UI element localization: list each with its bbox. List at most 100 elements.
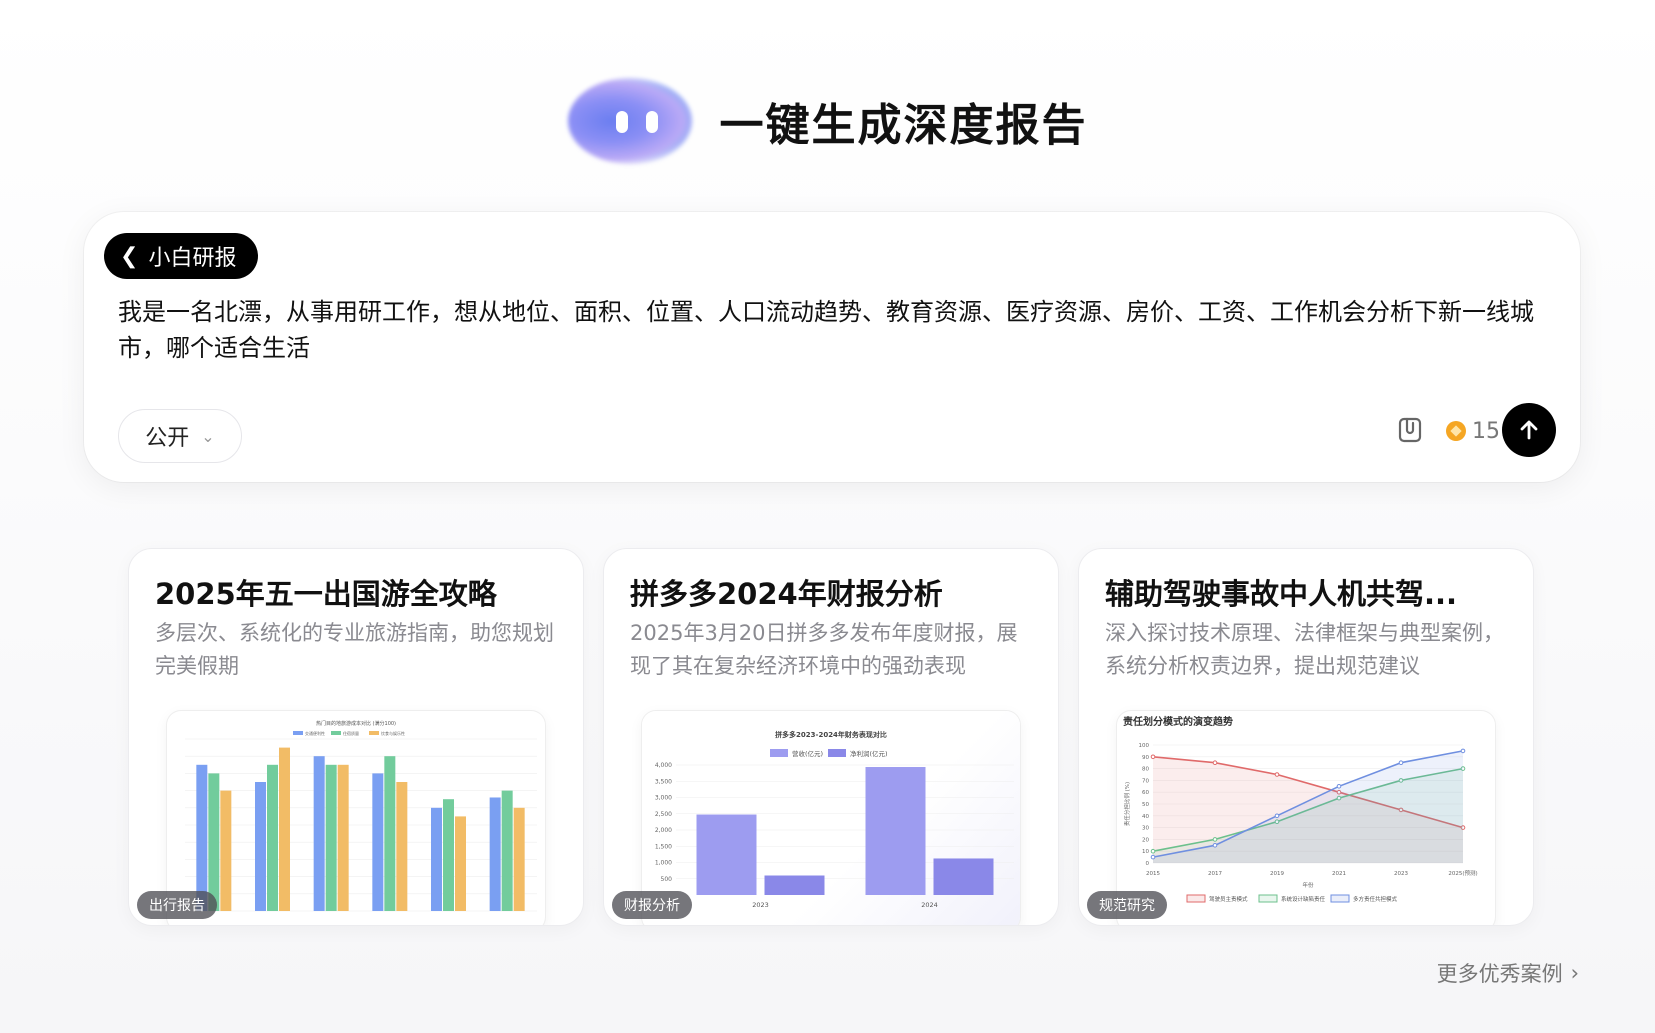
bar — [267, 764, 278, 911]
bar — [443, 799, 454, 911]
prompt-box: ❮ 小白研报 我是一名北漂，从事用研工作，想从地位、面积、位置、人口流动趋势、教… — [84, 212, 1580, 482]
example-card-finance[interactable]: 拼多多2024年财报分析 2025年3月20日拼多多发布年度财报，展现了其在复杂… — [603, 548, 1059, 926]
more-cases-label: 更多优秀案例 — [1436, 962, 1563, 986]
y-tick-label: 3,000 — [655, 795, 672, 802]
x-tick-label: 2024 — [921, 901, 938, 909]
x-tick-label: 2015 — [1146, 871, 1160, 877]
legend-label: 饮食与娱乐性 — [381, 730, 405, 736]
arrow-up-icon — [1520, 420, 1538, 440]
bar — [196, 764, 208, 911]
legend-swatch — [828, 749, 846, 757]
legend-label: 交通便利性 — [305, 730, 325, 736]
bar — [337, 764, 349, 911]
data-point — [1274, 813, 1280, 819]
y-tick-label: 1,000 — [655, 860, 672, 867]
example-card-autodrive[interactable]: 辅助驾驶事故中人机共驾... 深入探讨技术原理、法律框架与典型案例，系统分析权责… — [1078, 548, 1534, 926]
legend-swatch — [1186, 894, 1206, 903]
bar — [513, 807, 525, 911]
y-tick-label: 70 — [1142, 778, 1149, 784]
card-preview-chart: 拼多多2023-2024年财务表现对比 营收(亿元) 净利润(亿元) 4,000 3… — [642, 711, 1020, 925]
send-button[interactable] — [1502, 403, 1556, 457]
mascot-logo — [567, 78, 692, 164]
bar — [313, 756, 325, 911]
legend-swatch — [293, 731, 303, 735]
coin-icon — [1446, 421, 1466, 441]
card-title: 2025年五一出国游全攻略 — [155, 577, 497, 611]
card-title: 辅助驾驶事故中人机共驾... — [1105, 577, 1458, 611]
x-tick-label: 2023 — [1394, 871, 1408, 877]
mode-chip[interactable]: ❮ 小白研报 — [104, 233, 259, 279]
more-cases-link[interactable]: 更多优秀案例 › — [1437, 958, 1579, 988]
bar — [431, 807, 442, 911]
data-point — [1398, 760, 1404, 766]
y-axis-label: 责任分担比例 (%) — [1123, 782, 1131, 826]
bar — [279, 747, 290, 911]
y-tick-label: 40 — [1142, 814, 1149, 820]
y-tick-label: 2,000 — [655, 827, 672, 834]
bar — [208, 773, 220, 911]
y-tick-label: 2,500 — [655, 811, 672, 818]
bar — [489, 797, 501, 911]
chart-title: 热门目的地旅游成本对比 (满分100) — [316, 720, 396, 727]
example-card-travel[interactable]: 2025年五一出国游全攻略 多层次、系统化的专业旅游指南，助您规划完美假期 热门… — [128, 548, 584, 926]
data-point — [1150, 854, 1156, 860]
legend-swatch — [369, 731, 379, 735]
y-tick-label: 4,000 — [655, 762, 672, 769]
data-point — [1212, 837, 1218, 842]
data-point — [1336, 784, 1342, 789]
bar — [255, 782, 266, 911]
bar — [325, 764, 337, 911]
data-point — [1274, 772, 1280, 777]
credits-count: 15 — [1472, 418, 1500, 444]
legend-swatch — [1330, 894, 1350, 903]
legend-label: 系统设计缺陷责任 — [1281, 895, 1326, 903]
legend-label: 净利润(亿元) — [850, 749, 888, 758]
x-tick-label: 2019 — [1270, 871, 1284, 877]
bar — [396, 782, 408, 911]
visibility-label: 公开 — [145, 426, 190, 451]
bar — [865, 767, 926, 895]
bar — [220, 790, 232, 911]
y-tick-label: 3,500 — [655, 778, 672, 785]
category-tag: 出行报告 — [137, 891, 217, 919]
card-title: 拼多多2024年财报分析 — [630, 577, 943, 611]
chevron-down-icon: ⌄ — [201, 426, 215, 446]
card-desc: 深入探讨技术原理、法律框架与典型案例，系统分析权责边界，提出规范建议 — [1105, 621, 1504, 678]
y-tick-label: 30 — [1142, 826, 1149, 832]
legend-label: 多方责任共担模式 — [1353, 895, 1398, 903]
chevron-right-icon: › — [1570, 961, 1579, 985]
x-tick-label: 2023 — [752, 901, 769, 909]
bar — [696, 814, 757, 895]
x-tick-label: 2025(预测) — [1448, 869, 1477, 877]
y-tick-label: 90 — [1142, 755, 1149, 761]
card-preview-chart: 责任划分模式的演变趋势 0 10 20 30 40 50 60 70 80 90 100 2015 20… — [1117, 711, 1495, 925]
category-tag: 财报分析 — [612, 891, 692, 919]
prompt-input[interactable]: 我是一名北漂，从事用研工作，想从地位、面积、位置、人口流动趋势、教育资源、医疗资… — [118, 294, 1548, 366]
category-tag: 规范研究 — [1087, 891, 1167, 919]
data-point — [1150, 754, 1156, 760]
y-tick-label: 0 — [1146, 861, 1150, 867]
mode-chip-label: 小白研报 — [148, 246, 237, 271]
y-tick-label: 50 — [1142, 802, 1149, 808]
bar — [384, 756, 396, 911]
visibility-dropdown[interactable]: 公开 ⌄ — [118, 409, 242, 463]
bar — [501, 790, 513, 911]
card-preview-chart: 热门目的地旅游成本对比 (满分100) 交通便利性 住宿质量 饮食与娱乐性 — [167, 711, 545, 925]
legend-swatch — [1258, 894, 1278, 903]
hero: 一键生成深度报告 — [0, 78, 1655, 164]
card-desc: 2025年3月20日拼多多发布年度财报，展现了其在复杂经济环境中的强劲表现 — [630, 621, 1018, 678]
page-title: 一键生成深度报告 — [719, 100, 1088, 151]
bar — [764, 875, 825, 895]
legend-label: 驾驶员主责模式 — [1209, 895, 1248, 903]
x-tick-label: 2017 — [1208, 871, 1222, 877]
chart-title: 拼多多2023-2024年财务表现对比 — [775, 730, 887, 739]
bar — [455, 816, 466, 911]
bar — [933, 858, 994, 895]
y-tick-label: 10 — [1142, 849, 1149, 855]
legend-label: 住宿质量 — [343, 730, 359, 736]
legend-label: 营收(亿元) — [792, 749, 823, 758]
data-point — [1212, 843, 1218, 848]
y-tick-label: 20 — [1142, 837, 1149, 843]
attach-icon[interactable] — [1390, 410, 1430, 450]
y-tick-label: 100 — [1139, 743, 1150, 749]
